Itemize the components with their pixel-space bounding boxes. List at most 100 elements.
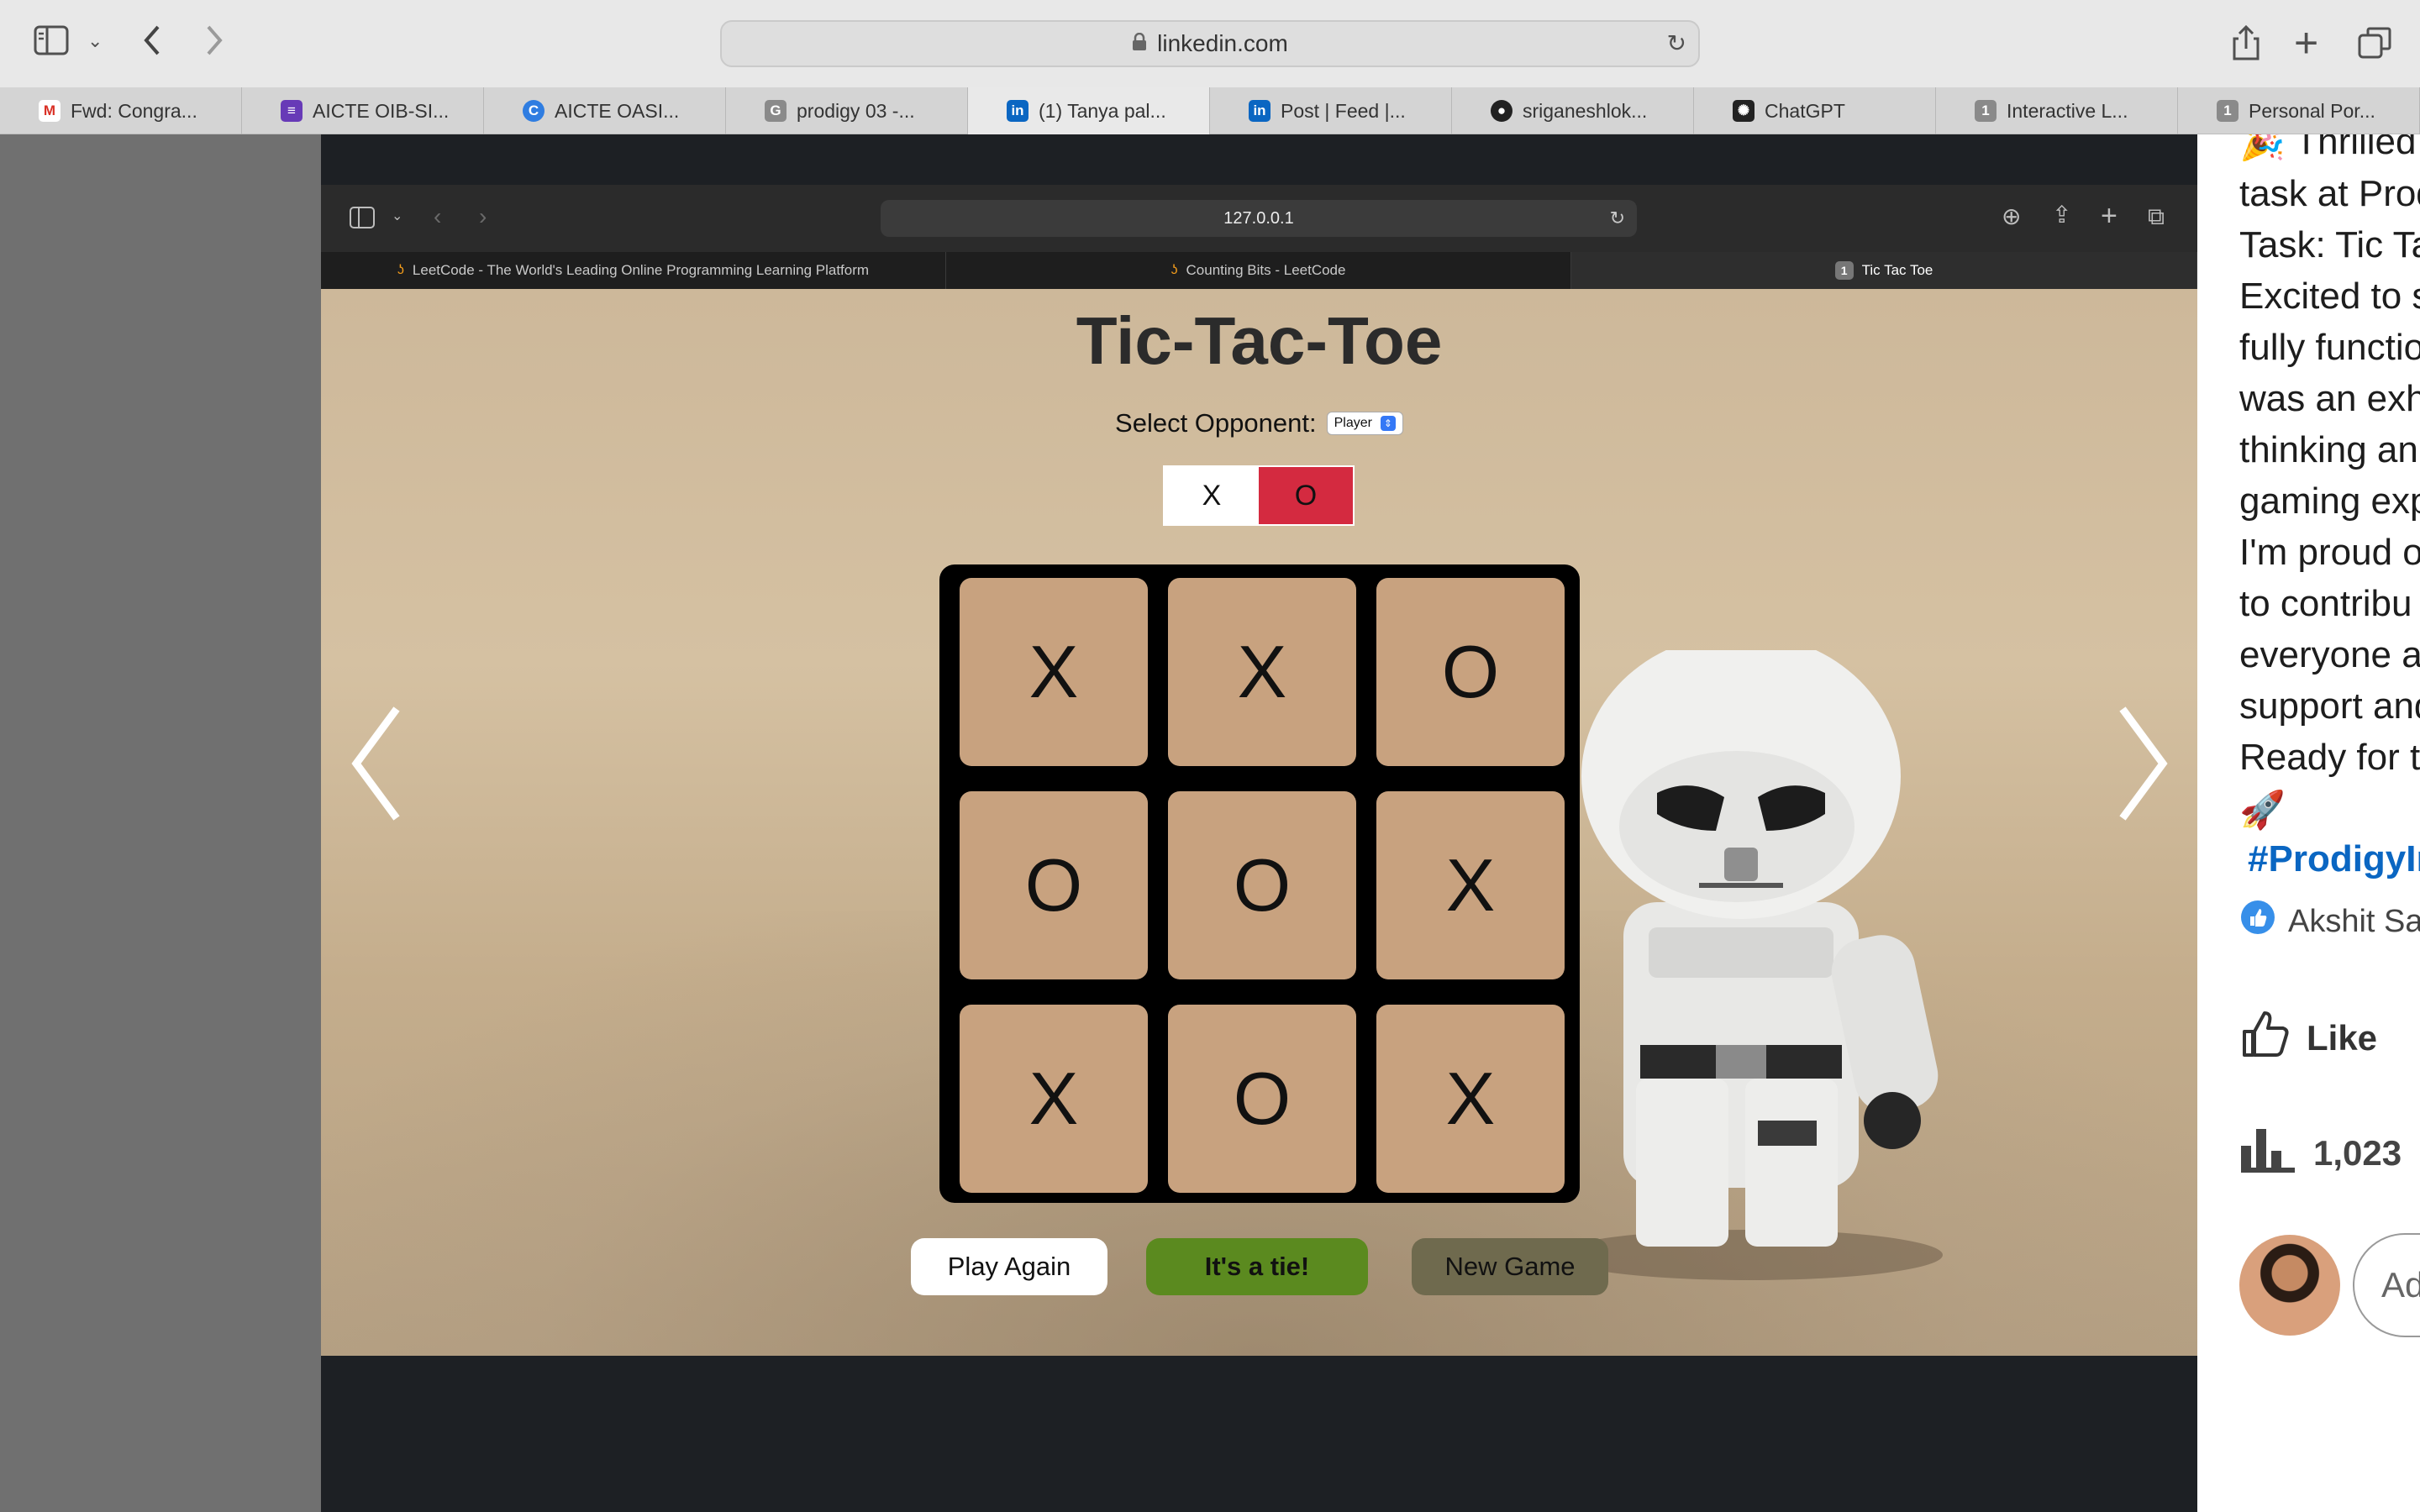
tab-chatgpt[interactable]: ✺ ChatGPT bbox=[1694, 87, 1936, 134]
back-icon: ‹ bbox=[434, 203, 442, 229]
board-cell-4[interactable]: O bbox=[960, 791, 1148, 979]
opponent-row: Select Opponent: Player ⇕ bbox=[321, 408, 2197, 438]
board-cell-8[interactable]: O bbox=[1168, 1005, 1356, 1193]
post-text-line: gaming exp bbox=[2239, 480, 2420, 522]
tab-interactive[interactable]: 1 Interactive L... bbox=[1936, 87, 2178, 134]
game-status-button: It's a tie! bbox=[1146, 1238, 1368, 1295]
post-text-line: Excited to s bbox=[2239, 276, 2420, 317]
turn-indicator: X O bbox=[1163, 465, 1355, 526]
tab-bar: M Fwd: Congra... ≡ AICTE OIB-SI... C AIC… bbox=[0, 87, 2420, 134]
thumbs-up-icon bbox=[2239, 1008, 2291, 1068]
user-avatar bbox=[2239, 1235, 2340, 1336]
post-text-line: task at Prod bbox=[2239, 173, 2420, 214]
download-icon: ⊕ bbox=[2002, 203, 2022, 229]
post-text-line: 🎉 Thrilled bbox=[2239, 134, 2417, 162]
tab-linkedin-feed[interactable]: in Post | Feed |... bbox=[1210, 87, 1452, 134]
impression-count: 1,023 bbox=[2313, 1133, 2402, 1173]
post-text-line: to contribu bbox=[2239, 583, 2412, 624]
post-text-line: support and bbox=[2239, 685, 2420, 727]
linkedin-icon: in bbox=[1249, 100, 1270, 122]
post-text-line: everyone a bbox=[2239, 634, 2420, 675]
tab-gmail[interactable]: M Fwd: Congra... bbox=[0, 87, 242, 134]
comment-input[interactable]: Ad bbox=[2353, 1233, 2420, 1337]
github-icon: ● bbox=[1491, 100, 1512, 122]
turn-x: X bbox=[1165, 467, 1259, 524]
opponent-select-value: Player bbox=[1334, 416, 1372, 430]
back-icon[interactable] bbox=[141, 24, 163, 64]
reactor-name: Akshit Sa bbox=[2288, 903, 2420, 939]
lightbox-backdrop bbox=[0, 134, 321, 1512]
new-game-button[interactable]: New Game bbox=[1412, 1238, 1608, 1295]
hashtag-link[interactable]: #ProdigyIn bbox=[2248, 838, 2420, 880]
board-cell-1[interactable]: X bbox=[960, 578, 1148, 766]
post-text-line: fully functio bbox=[2239, 327, 2420, 368]
post-text-line: was an exh bbox=[2239, 378, 2420, 419]
post-text-line: Ready for t bbox=[2239, 737, 2420, 778]
like-label: Like bbox=[2307, 1018, 2378, 1058]
number-1-icon: 1 bbox=[1975, 100, 1996, 122]
new-tab-icon: + bbox=[2101, 200, 2118, 232]
post-sidebar: 🎉 Thrilled task at Prod Task: Tic Ta Exc… bbox=[2197, 134, 2420, 1512]
board-cell-2[interactable]: X bbox=[1168, 578, 1356, 766]
tab-overview-icon[interactable] bbox=[2358, 27, 2391, 66]
post-text-line: thinking an bbox=[2239, 429, 2418, 470]
inner-address-bar: 127.0.0.1 ↻ bbox=[881, 200, 1637, 237]
tab-aicte-oasis[interactable]: C AICTE OASI... bbox=[484, 87, 726, 134]
board-cell-5[interactable]: O bbox=[1168, 791, 1356, 979]
reload-icon: ↻ bbox=[1609, 207, 1625, 228]
board-cell-6[interactable]: X bbox=[1376, 791, 1565, 979]
tab-prodigy[interactable]: G prodigy 03 -... bbox=[726, 87, 968, 134]
inner-url-text: 127.0.0.1 bbox=[1223, 208, 1294, 228]
number-1-icon: 1 bbox=[2217, 100, 2238, 122]
reaction-summary[interactable]: Akshit Sa bbox=[2239, 899, 2420, 944]
post-text-line: Task: Tic Ta bbox=[2239, 224, 2420, 265]
rocket-emoji: 🚀 bbox=[2239, 790, 2286, 831]
forward-icon[interactable] bbox=[203, 24, 225, 64]
lock-icon bbox=[1132, 30, 1147, 57]
next-image-arrow-icon[interactable] bbox=[2107, 701, 2175, 827]
url-text: linkedin.com bbox=[1157, 30, 1288, 56]
opponent-select[interactable]: Player ⇕ bbox=[1326, 412, 1403, 435]
bar-chart-icon bbox=[2239, 1126, 2296, 1181]
leetcode-icon: ʖ bbox=[397, 263, 404, 277]
stormtrooper-figure-image bbox=[1556, 650, 1943, 1280]
browser-toolbar: ⌄ linkedin.com ↻ + bbox=[0, 0, 2420, 87]
impressions-stat[interactable]: 1,023 bbox=[2239, 1126, 2402, 1181]
linkedin-icon: in bbox=[1007, 100, 1028, 122]
like-button[interactable]: Like bbox=[2239, 1008, 2377, 1068]
post-text-line: I'm proud o bbox=[2239, 532, 2420, 573]
tab-aicte-oib[interactable]: ≡ AICTE OIB-SI... bbox=[242, 87, 484, 134]
tab-portfolio[interactable]: 1 Personal Por... bbox=[2178, 87, 2420, 134]
tab-overview-icon: ⧉ bbox=[2148, 203, 2165, 229]
chevron-down-icon[interactable]: ⌄ bbox=[87, 32, 103, 50]
sidebar-toggle-icon bbox=[350, 207, 375, 233]
reload-icon[interactable]: ↻ bbox=[1667, 32, 1686, 55]
inner-tab-counting-bits: ʖ Counting Bits - LeetCode bbox=[946, 252, 1571, 289]
inner-tab-tictactoe: 1 Tic Tac Toe bbox=[1571, 252, 2197, 289]
c-logo-icon: C bbox=[523, 100, 544, 122]
forward-icon: › bbox=[479, 203, 487, 229]
sidebar-toggle-icon[interactable] bbox=[34, 25, 69, 62]
board-cell-3[interactable]: O bbox=[1376, 578, 1565, 766]
turn-o-active: O bbox=[1259, 467, 1353, 524]
address-bar[interactable]: linkedin.com ↻ bbox=[720, 20, 1700, 67]
game-board: X X O O O X X O X bbox=[939, 564, 1580, 1203]
leetcode-icon: ʖ bbox=[1171, 263, 1178, 277]
number-1-icon: 1 bbox=[1834, 261, 1854, 280]
board-cell-9[interactable]: X bbox=[1376, 1005, 1565, 1193]
select-arrows-icon: ⇕ bbox=[1380, 416, 1396, 431]
previous-image-arrow-icon[interactable] bbox=[345, 701, 412, 827]
tab-github[interactable]: ● sriganeshlok... bbox=[1452, 87, 1694, 134]
new-tab-icon[interactable]: + bbox=[2294, 22, 2318, 64]
g-letter-icon: G bbox=[765, 100, 786, 122]
page-title: Tic-Tac-Toe bbox=[1076, 303, 1443, 378]
chevron-down-icon: ⌄ bbox=[392, 209, 403, 223]
board-cell-7[interactable]: X bbox=[960, 1005, 1148, 1193]
play-again-button[interactable]: Play Again bbox=[911, 1238, 1107, 1295]
tab-linkedin-active[interactable]: in (1) Tanya pal... bbox=[968, 87, 1210, 134]
game-page: Tic-Tac-Toe Select Opponent: Player ⇕ X … bbox=[321, 289, 2197, 1356]
share-icon[interactable] bbox=[2232, 24, 2260, 67]
media-viewer-bottom bbox=[321, 1356, 2197, 1512]
opponent-label: Select Opponent: bbox=[1115, 408, 1317, 438]
inner-tab-leetcode: ʖ LeetCode - The World's Leading Online … bbox=[321, 252, 946, 289]
